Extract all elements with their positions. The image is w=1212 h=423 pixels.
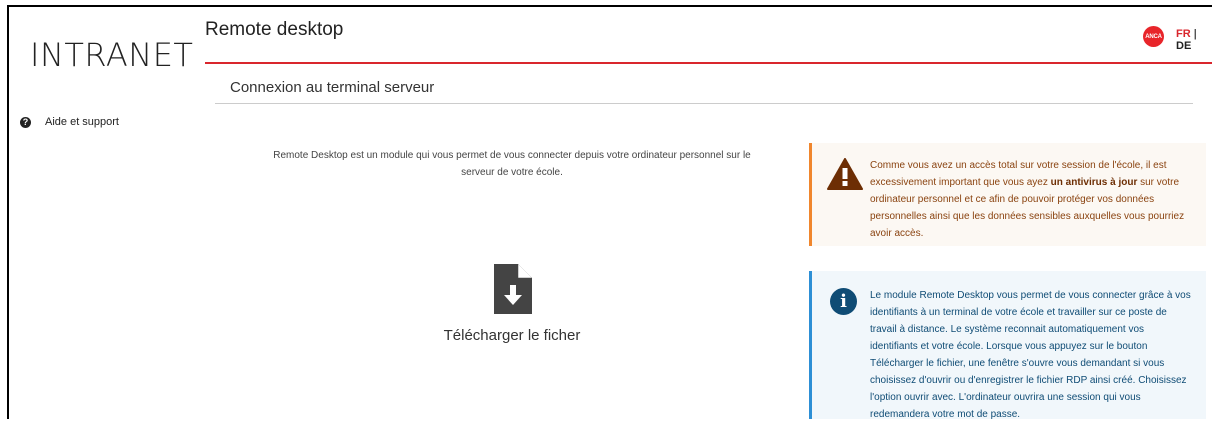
info-circle-icon: i	[830, 288, 857, 315]
sidebar-item-label: Aide et support	[45, 116, 119, 128]
section-divider	[215, 103, 1193, 104]
warning-alert: Comme vous avez un accès total sur votre…	[809, 143, 1206, 246]
header-divider	[205, 62, 1212, 64]
warning-triangle-icon	[827, 158, 863, 190]
section-title: Connexion au terminal serveur	[230, 79, 435, 96]
question-circle-icon: ?	[20, 116, 31, 128]
lang-de-link[interactable]: DE	[1176, 40, 1191, 52]
sidebar-item-help[interactable]: ? Aide et support	[20, 116, 119, 128]
language-switcher: FR | DE	[1176, 28, 1212, 52]
info-text: Le module Remote Desktop vous permet de …	[870, 290, 1191, 420]
lang-fr-link[interactable]: FR	[1176, 28, 1191, 40]
intranet-logo[interactable]: INTRANET	[30, 36, 193, 74]
info-alert: i Le module Remote Desktop vous permet d…	[809, 271, 1206, 420]
file-download-icon[interactable]	[494, 264, 532, 314]
avatar[interactable]: ANCA	[1143, 26, 1164, 47]
download-file-link[interactable]: Télécharger le ficher	[412, 327, 612, 344]
page-title: Remote desktop	[205, 19, 344, 40]
lang-separator: |	[1190, 28, 1197, 40]
warning-text-bold: un antivirus à jour	[1050, 177, 1138, 188]
intro-text: Remote Desktop est un module qui vous pe…	[273, 150, 751, 178]
